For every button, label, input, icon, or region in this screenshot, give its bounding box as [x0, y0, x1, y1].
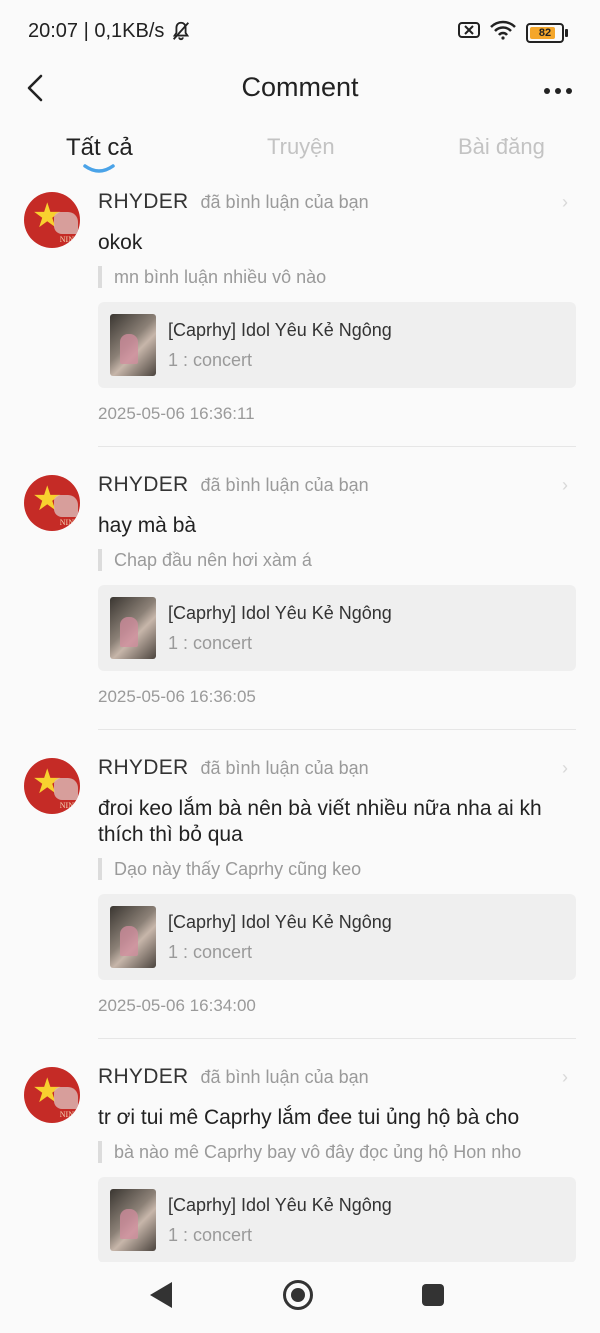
story-chapter: 1 : concert — [168, 350, 253, 370]
story-thumbnail — [110, 906, 156, 968]
story-title: [Caprhy] Idol Yêu Kẻ Ngông — [168, 1195, 392, 1215]
chevron-right-icon[interactable]: › — [562, 758, 568, 779]
nav-recents-icon[interactable] — [422, 1284, 444, 1306]
username[interactable]: RHYDER — [98, 190, 188, 214]
story-card[interactable]: [Caprhy] Idol Yêu Kẻ Ngông 1 : concert — [98, 302, 576, 388]
avatar-mark — [54, 495, 78, 517]
username[interactable]: RHYDER — [98, 473, 188, 497]
chevron-right-icon[interactable]: › — [562, 1067, 568, 1088]
bell-muted-icon — [170, 20, 192, 47]
comment-text: tr ơi tui mê Caprhy lắm đee tui ủng hộ b… — [98, 1106, 520, 1129]
story-thumbnail — [110, 597, 156, 659]
story-chapter: 1 : concert — [168, 942, 253, 962]
avatar-text: NIN — [59, 235, 74, 244]
chevron-right-icon[interactable]: › — [562, 192, 568, 213]
battery-level: 82 — [538, 26, 552, 39]
avatar-mark — [54, 212, 78, 234]
username[interactable]: RHYDER — [98, 1065, 188, 1089]
story-title: [Caprhy] Idol Yêu Kẻ Ngông — [168, 912, 392, 932]
tab-active-indicator — [83, 164, 115, 173]
story-card[interactable]: [Caprhy] Idol Yêu Kẻ Ngông 1 : concert — [98, 894, 576, 980]
more-dot-icon — [544, 88, 550, 94]
status-time-speed: 20:07 | 0,1KB/s — [28, 20, 165, 42]
comment-text: okok — [98, 231, 143, 254]
action-text: đã bình luận của bạn — [200, 758, 369, 778]
avatar-mark — [54, 1087, 78, 1109]
timestamp: 2025-05-06 16:36:05 — [98, 687, 256, 706]
system-nav-bar — [0, 1262, 600, 1333]
comment-text: đroi keo lắm bà nên bà viết nhiều nữa nh… — [98, 797, 542, 846]
more-dot-icon — [566, 88, 572, 94]
avatar-text: NIN — [59, 801, 74, 810]
avatar-text: NIN — [59, 1110, 74, 1119]
avatar[interactable]: ★ NIN — [24, 475, 80, 531]
status-icons: 82 — [458, 20, 568, 45]
action-text: đã bình luận của bạn — [200, 475, 369, 495]
timestamp: 2025-05-06 16:34:00 — [98, 996, 256, 1015]
story-title: [Caprhy] Idol Yêu Kẻ Ngông — [168, 320, 392, 340]
story-title: [Caprhy] Idol Yêu Kẻ Ngông — [168, 603, 392, 623]
list-item[interactable]: ★ NIN RHYDER đã bình luận của bạn › đroi … — [0, 752, 600, 1061]
tab-all[interactable]: Tất cả — [66, 134, 133, 162]
avatar[interactable]: ★ NIN — [24, 1067, 80, 1123]
avatar-mark — [54, 778, 78, 800]
comment-list: ★ NIN RHYDER đã bình luận của bạn › okok … — [0, 186, 600, 1263]
list-item[interactable]: ★ NIN RHYDER đã bình luận của bạn › hay m… — [0, 469, 600, 752]
story-chapter: 1 : concert — [168, 1225, 253, 1245]
tab-stories[interactable]: Truyện — [267, 134, 335, 160]
story-card[interactable]: [Caprhy] Idol Yêu Kẻ Ngông 1 : concert — [98, 585, 576, 671]
more-dot-icon — [555, 88, 561, 94]
comment-text: hay mà bà — [98, 514, 197, 537]
tab-posts[interactable]: Bài đăng — [458, 134, 545, 160]
status-bar: 20:07 | 0,1KB/s 82 — [0, 0, 600, 64]
battery-icon: 82 — [526, 22, 568, 43]
chevron-right-icon[interactable]: › — [562, 475, 568, 496]
action-text: đã bình luận của bạn — [200, 192, 369, 212]
quoted-comment: mn bình luận nhiều vô nào — [98, 266, 576, 288]
story-thumbnail — [110, 1189, 156, 1251]
avatar-text: NIN — [59, 518, 74, 527]
avatar[interactable]: ★ NIN — [24, 758, 80, 814]
story-chapter: 1 : concert — [168, 633, 253, 653]
avatar[interactable]: ★ NIN — [24, 192, 80, 248]
list-item[interactable]: ★ NIN RHYDER đã bình luận của bạn › okok … — [0, 186, 600, 469]
nav-home-icon[interactable] — [283, 1280, 313, 1310]
story-thumbnail — [110, 314, 156, 376]
action-text: đã bình luận của bạn — [200, 1067, 369, 1087]
app-header: Comment — [0, 64, 600, 120]
tab-bar: Tất cả Truyện Bài đăng — [0, 128, 600, 180]
quoted-comment: bà nào mê Caprhy bay vô đây đọc ủng hộ H… — [98, 1141, 576, 1163]
quoted-comment: Dạo này thấy Caprhy cũng keo — [98, 858, 576, 880]
timestamp: 2025-05-06 16:36:11 — [98, 404, 255, 423]
wifi-icon — [490, 20, 516, 45]
list-item[interactable]: ★ NIN RHYDER đã bình luận của bạn › tr ơi… — [0, 1061, 600, 1263]
story-card[interactable]: [Caprhy] Idol Yêu Kẻ Ngông 1 : concert — [98, 1177, 576, 1263]
more-options-button[interactable] — [540, 76, 576, 106]
quoted-comment: Chap đầu nên hơi xàm á — [98, 549, 576, 571]
nav-back-icon[interactable] — [150, 1282, 172, 1308]
username[interactable]: RHYDER — [98, 756, 188, 780]
sim-off-icon — [458, 22, 480, 43]
page-title: Comment — [241, 72, 359, 102]
